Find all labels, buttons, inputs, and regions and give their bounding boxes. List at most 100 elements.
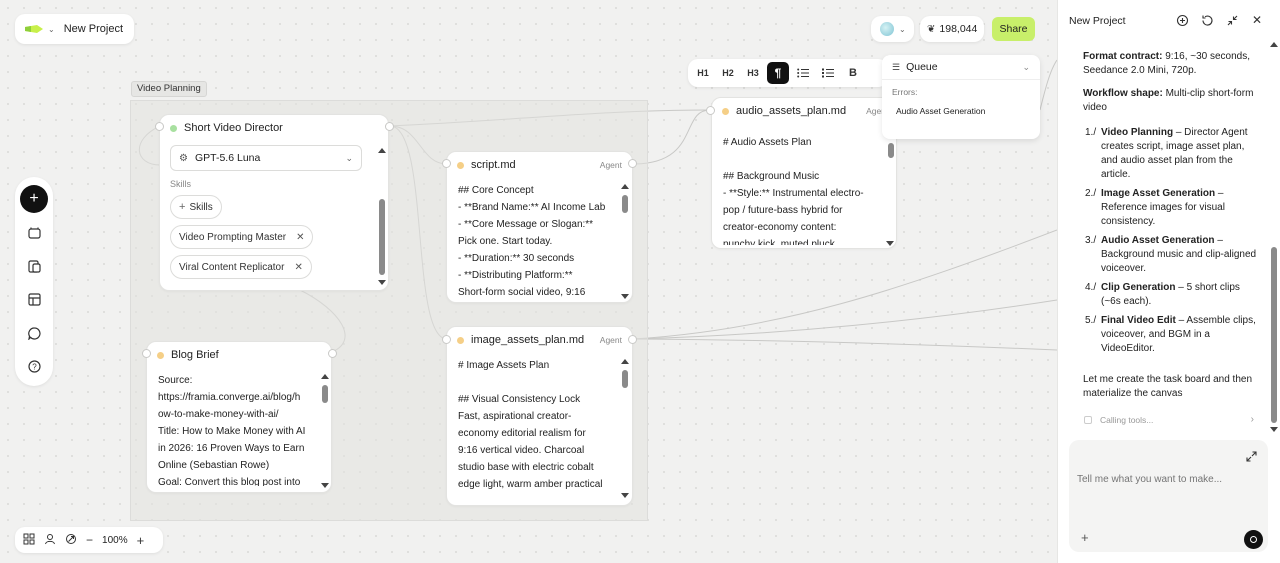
chevron-down-icon: ⌄ (345, 152, 353, 163)
heading3-button[interactable]: H3 (742, 62, 764, 84)
minimap-icon[interactable] (23, 533, 35, 548)
share-button[interactable]: Share (992, 17, 1035, 41)
chat-input-box[interactable]: + (1069, 440, 1268, 552)
send-button[interactable] (1244, 530, 1263, 549)
chevron-down-icon[interactable]: ⌄ (48, 25, 55, 34)
scroll-up-icon[interactable] (621, 359, 629, 364)
node-short-video-director[interactable]: Short Video Director ⚙ GPT-5.6 Luna ⌄ Sk… (159, 114, 389, 291)
output-port[interactable] (628, 159, 637, 168)
assets-icon[interactable] (27, 225, 41, 239)
queue-panel[interactable]: ☰ Queue ⌄ Errors: Audio Asset Generation (882, 55, 1040, 139)
close-icon[interactable]: ✕ (296, 232, 304, 243)
scroll-down-icon[interactable] (378, 280, 386, 285)
collapse-icon[interactable] (1226, 14, 1239, 30)
output-port[interactable] (628, 335, 637, 344)
errors-label: Errors: (892, 87, 918, 97)
input-port[interactable] (155, 122, 164, 131)
numbered-list-icon[interactable] (817, 62, 839, 84)
list-item: 3./Audio Asset Generation – Background m… (1085, 235, 1257, 274)
scrollbar[interactable] (622, 370, 628, 388)
chat-icon[interactable] (27, 326, 41, 340)
expand-icon[interactable] (1246, 451, 1257, 465)
node-image-assets-plan[interactable]: image_assets_plan.md Agent # Image Asset… (446, 326, 633, 506)
add-skills-button[interactable]: + Skills (170, 195, 222, 219)
chevron-right-icon: › (1250, 414, 1254, 425)
format-contract: Format contract: 9:16, ~30 seconds, Seed… (1083, 51, 1251, 76)
zoom-out-button[interactable]: − (86, 533, 93, 547)
scroll-down-icon[interactable] (321, 483, 329, 488)
list-item: 2./Image Asset Generation – Reference im… (1085, 188, 1225, 227)
scroll-down-icon[interactable] (886, 241, 894, 246)
attach-plus-icon[interactable]: + (1081, 530, 1089, 545)
zoom-level: 100% (102, 534, 128, 546)
input-port[interactable] (706, 106, 715, 115)
agent-badge: Agent (599, 160, 622, 170)
queue-header[interactable]: ☰ Queue ⌄ (882, 55, 1040, 80)
node-script[interactable]: script.md Agent ## Core Concept - **Bran… (446, 151, 633, 303)
node-title: audio_assets_plan.md (736, 105, 847, 117)
model-select[interactable]: ⚙ GPT-5.6 Luna ⌄ (170, 145, 362, 171)
queue-icon: ☰ (892, 61, 901, 72)
media-icon[interactable] (27, 259, 41, 273)
scroll-down-icon[interactable] (621, 294, 629, 299)
input-port[interactable] (442, 159, 451, 168)
scrollbar[interactable] (379, 199, 385, 275)
paragraph-button[interactable]: ¶ (767, 62, 789, 84)
share-link-icon[interactable] (65, 533, 77, 548)
scroll-down-icon[interactable] (1270, 427, 1278, 432)
output-port[interactable] (328, 349, 337, 358)
node-title: image_assets_plan.md (471, 334, 585, 346)
node-title: script.md (471, 159, 516, 171)
tool-spinner-icon (1084, 415, 1092, 424)
close-icon[interactable]: ✕ (1252, 13, 1262, 27)
input-port[interactable] (442, 335, 451, 344)
node-title: Short Video Director (184, 122, 283, 134)
user-icon[interactable] (44, 533, 56, 548)
chat-input[interactable] (1077, 474, 1257, 498)
new-chat-icon[interactable] (1176, 14, 1189, 30)
close-icon[interactable]: ✕ (294, 262, 302, 273)
scrollbar[interactable] (622, 195, 628, 213)
output-port[interactable] (385, 122, 394, 131)
svg-text:?: ? (32, 362, 37, 371)
skill-chip[interactable]: Video Prompting Master ✕ (170, 225, 314, 249)
tool-call-row[interactable]: Calling tools... › (1084, 414, 1254, 425)
error-item[interactable]: Audio Asset Generation (896, 106, 1040, 116)
credits-pill[interactable]: ❦ 198,044 (920, 16, 984, 42)
panel-title: New Project (1069, 15, 1126, 27)
node-content: # Audio Assets Plan ## Background Music … (723, 137, 864, 245)
scroll-up-icon[interactable] (1270, 42, 1278, 47)
heading2-button[interactable]: H2 (717, 62, 739, 84)
scrollbar[interactable] (322, 385, 328, 403)
layout-icon[interactable] (27, 292, 41, 306)
credits-icon: ❦ (927, 23, 936, 35)
heading1-button[interactable]: H1 (692, 62, 714, 84)
bullet-list-icon[interactable] (792, 62, 814, 84)
scrollbar[interactable] (888, 143, 894, 158)
skill-list: Video Prompting Master ✕ Viral Content R… (170, 225, 388, 279)
list-item: 5./Final Video Edit – Assemble clips, vo… (1085, 315, 1256, 354)
node-blog-brief[interactable]: Blog Brief Source: https://framia.conver… (146, 341, 332, 493)
zoom-in-button[interactable]: + (137, 533, 145, 548)
scrollbar[interactable] (1271, 247, 1277, 423)
scroll-down-icon[interactable] (621, 493, 629, 498)
queue-title: Queue (906, 61, 938, 73)
bold-button[interactable]: B (842, 62, 864, 84)
status-dot (722, 107, 729, 115)
add-button[interactable]: + (20, 185, 48, 213)
node-header: image_assets_plan.md Agent (447, 327, 632, 353)
scroll-up-icon[interactable] (321, 374, 329, 379)
avatar-pill[interactable]: ⌄ (871, 16, 914, 42)
node-content: # Image Assets Plan ## Visual Consistenc… (458, 360, 603, 490)
project-pill[interactable]: ⌄ New Project (15, 14, 134, 44)
input-port[interactable] (142, 349, 151, 358)
node-title: Blog Brief (171, 349, 219, 361)
help-icon[interactable]: ? (27, 359, 41, 373)
canvas[interactable]: ⌄ New Project ⌄ ❦ 198,044 Share Video Pl… (0, 0, 1057, 563)
scroll-up-icon[interactable] (378, 148, 386, 153)
skill-chip[interactable]: Viral Content Replicator ✕ (170, 255, 312, 279)
chevron-down-icon[interactable]: ⌄ (1022, 62, 1030, 73)
history-icon[interactable] (1201, 14, 1214, 30)
node-audio-assets-plan[interactable]: audio_assets_plan.md Agen # Audio Assets… (711, 97, 897, 249)
scroll-up-icon[interactable] (621, 184, 629, 189)
